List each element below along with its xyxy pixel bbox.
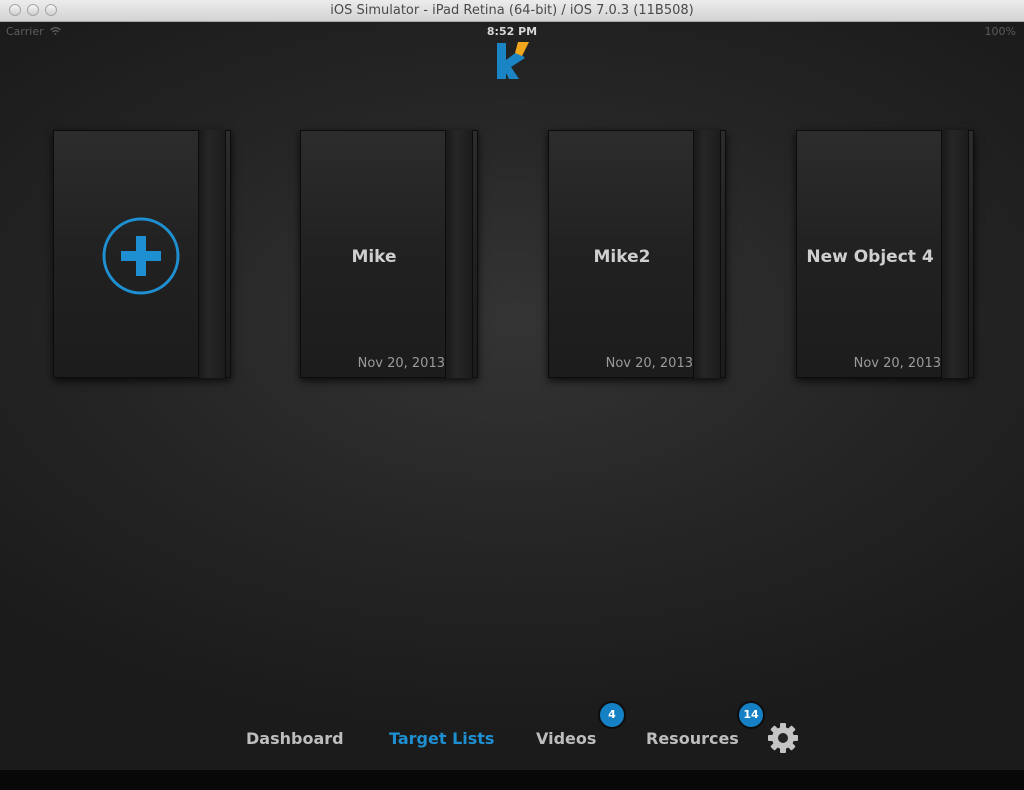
book-spine	[445, 130, 473, 378]
tab-videos[interactable]: Videos	[536, 729, 596, 748]
tab-target-lists[interactable]: Target Lists	[389, 729, 494, 748]
videos-count-badge: 4	[598, 701, 626, 729]
target-list-name: New Object 4	[806, 247, 934, 267]
book-spine	[941, 130, 969, 378]
add-target-list-card[interactable]	[53, 130, 231, 378]
target-list-name: Mike	[351, 247, 397, 267]
status-battery: 100%	[984, 25, 1016, 38]
target-list-card[interactable]: Mike2 Nov 20, 2013	[548, 130, 726, 378]
resources-count-badge: 14	[737, 701, 765, 729]
app-screen: Carrier 8:52 PM 100% Mike Nov 20, 2013 M…	[0, 22, 1024, 770]
app-logo	[497, 42, 529, 79]
target-list-date: Nov 20, 2013	[605, 356, 693, 371]
target-list-date: Nov 20, 2013	[853, 356, 941, 371]
simulator-window: iOS Simulator - iPad Retina (64-bit) / i…	[0, 0, 1024, 790]
gear-icon[interactable]	[767, 722, 799, 754]
window-bottom-edge	[0, 770, 1024, 790]
target-list-card[interactable]: Mike Nov 20, 2013	[300, 130, 478, 378]
add-plus-icon[interactable]	[101, 216, 181, 296]
target-list-name: Mike2	[593, 247, 651, 267]
target-list-card[interactable]: New Object 4 Nov 20, 2013	[796, 130, 974, 378]
status-clock: 8:52 PM	[486, 25, 538, 38]
book-spine	[693, 130, 721, 378]
tab-resources[interactable]: Resources	[646, 729, 739, 748]
target-list-date: Nov 20, 2013	[357, 356, 445, 371]
window-title: iOS Simulator - iPad Retina (64-bit) / i…	[330, 3, 694, 18]
book-spine	[198, 130, 226, 378]
tab-dashboard[interactable]: Dashboard	[246, 729, 344, 748]
window-titlebar: iOS Simulator - iPad Retina (64-bit) / i…	[0, 0, 1024, 22]
